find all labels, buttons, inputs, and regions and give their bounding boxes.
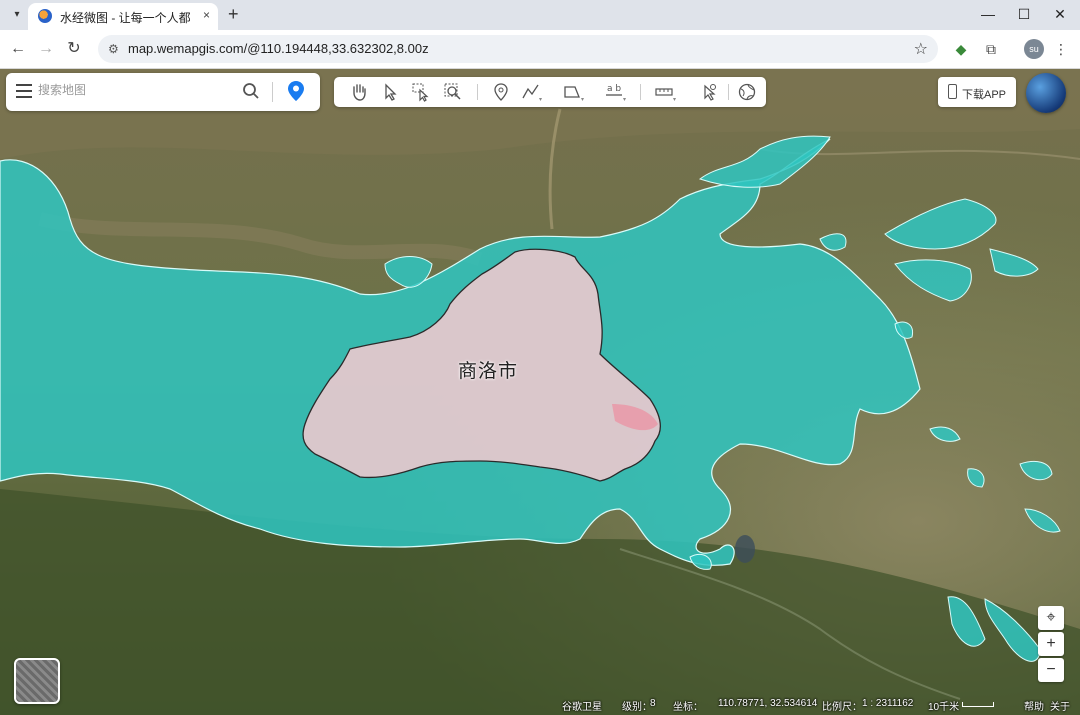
- zoom-out-button[interactable]: −: [1038, 658, 1064, 682]
- place-marker-icon[interactable]: [490, 81, 512, 103]
- hamburger-menu-icon[interactable]: [16, 84, 32, 98]
- basemap-name: 谷歌卫星: [562, 702, 602, 713]
- location-pin-icon[interactable]: [288, 81, 304, 101]
- browser-tab-bar: ▾ 水经微图 - 让每一个人都有自己 × + — ☐ ✕: [0, 0, 1080, 30]
- search-divider: [272, 82, 273, 102]
- phone-icon: [948, 84, 957, 99]
- about-link[interactable]: 关于: [1050, 698, 1070, 713]
- svg-text:▾: ▾: [539, 96, 542, 103]
- tab-search-dropdown-icon[interactable]: ▾: [8, 6, 26, 24]
- tools-divider: [728, 84, 729, 100]
- tools-divider: [477, 84, 478, 100]
- browser-toolbar: ← → ↻ ⚙ map.wemapgis.com/@110.194448,33.…: [0, 30, 1080, 69]
- back-arrow-icon[interactable]: ←: [8, 39, 28, 59]
- minimize-button[interactable]: —: [978, 5, 998, 23]
- extensions-puzzle-icon[interactable]: ⧉: [982, 40, 1000, 58]
- address-bar[interactable]: ⚙ map.wemapgis.com/@110.194448,33.632302…: [98, 35, 938, 63]
- draw-polygon-icon[interactable]: ▾: [562, 81, 584, 103]
- maximize-button[interactable]: ☐: [1014, 5, 1034, 23]
- tab-close-icon[interactable]: ×: [203, 8, 210, 22]
- extension-icon[interactable]: ◆: [952, 40, 970, 58]
- map-search-panel: [6, 73, 320, 111]
- level-label: 级别：: [622, 702, 652, 713]
- url-text[interactable]: map.wemapgis.com/@110.194448,33.632302,8…: [128, 41, 429, 56]
- text-label-icon[interactable]: a b▾: [604, 81, 626, 103]
- draw-line-icon[interactable]: ▾: [520, 81, 542, 103]
- bookmark-star-icon[interactable]: ☆: [914, 39, 928, 59]
- scale-bar-label: 10千米: [928, 702, 960, 713]
- zoom-area-icon[interactable]: [442, 81, 464, 103]
- site-settings-icon[interactable]: ⚙: [108, 42, 119, 56]
- profile-avatar[interactable]: su: [1024, 39, 1044, 59]
- scale-label: 比例尺：: [822, 702, 862, 713]
- tools-divider: [640, 84, 641, 100]
- scale-bar: [962, 702, 994, 707]
- tab-title: 水经微图 - 让每一个人都有自己: [60, 11, 190, 25]
- box-select-icon[interactable]: [410, 81, 432, 103]
- coord-label: 坐标：: [673, 702, 703, 713]
- pointer-edit-icon[interactable]: [698, 81, 720, 103]
- coord-value: 110.78771, 32.534614: [718, 698, 818, 709]
- pan-hand-icon[interactable]: [348, 81, 370, 103]
- map-status-bar: 谷歌卫星 级别： 8 坐标： 110.78771, 32.534614 比例尺：…: [0, 693, 1080, 715]
- download-app-button[interactable]: 下载APP: [938, 77, 1016, 107]
- zoom-controls: ⌖ + −: [1038, 606, 1064, 684]
- scale-value: 1 : 2311162: [862, 698, 914, 709]
- measure-ruler-icon[interactable]: ▾: [654, 81, 676, 103]
- svg-text:▾: ▾: [581, 96, 584, 103]
- satellite-basemap: [0, 69, 1080, 715]
- svg-text:▾: ▾: [623, 96, 626, 103]
- zoom-in-button[interactable]: +: [1038, 632, 1064, 656]
- browser-menu-icon[interactable]: ⋮: [1052, 40, 1070, 58]
- svg-text:▾: ▾: [673, 96, 676, 103]
- globe-view-icon[interactable]: [1026, 73, 1066, 113]
- map-canvas[interactable]: [0, 69, 1080, 715]
- help-link[interactable]: 帮助: [1024, 698, 1044, 713]
- download-app-label: 下载APP: [962, 89, 1007, 101]
- browser-tab[interactable]: 水经微图 - 让每一个人都有自己 ×: [28, 3, 218, 30]
- level-value: 8: [650, 698, 656, 709]
- reload-icon[interactable]: ↻: [64, 39, 84, 59]
- locate-icon[interactable]: ⌖: [1038, 606, 1064, 630]
- forward-arrow-icon[interactable]: →: [36, 39, 56, 59]
- select-arrow-icon[interactable]: [380, 81, 402, 103]
- close-window-button[interactable]: ✕: [1050, 5, 1070, 23]
- search-input[interactable]: [36, 82, 240, 98]
- new-tab-button[interactable]: +: [228, 5, 239, 23]
- map-tools-panel: ▾ ▾ a b ▾ ▾: [334, 77, 766, 107]
- city-label: 商洛市: [458, 361, 519, 382]
- globe-settings-icon[interactable]: [736, 81, 758, 103]
- search-icon[interactable]: [242, 82, 260, 100]
- svg-text:a b: a b: [607, 84, 621, 94]
- site-favicon-icon: [38, 9, 52, 23]
